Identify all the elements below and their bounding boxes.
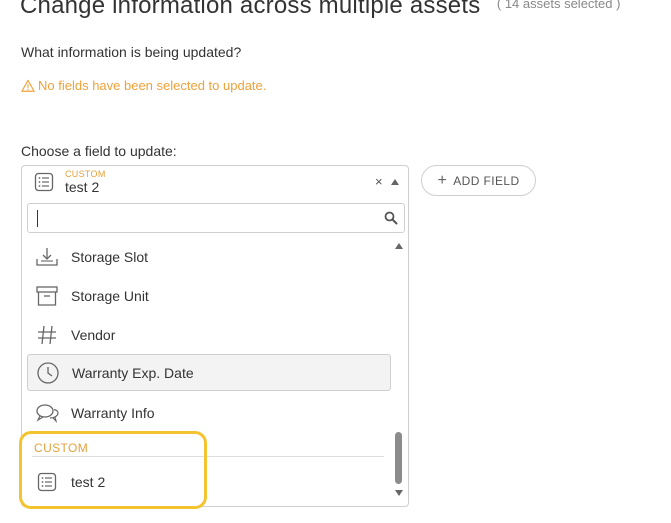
dropdown-search[interactable]: [27, 203, 405, 233]
scroll-down-arrow[interactable]: [395, 490, 403, 496]
list-icon: [37, 472, 57, 491]
group-divider: [32, 456, 384, 457]
field-dropdown: Storage Slot Storage Unit Vendor Warrant…: [21, 197, 409, 507]
option-test-2[interactable]: test 2: [27, 463, 391, 500]
warning-text: No fields have been selected to update.: [38, 78, 267, 93]
no-fields-warning: No fields have been selected to update.: [21, 78, 266, 93]
add-field-label: ADD FIELD: [453, 173, 520, 188]
plus-icon: +: [437, 171, 448, 189]
add-field-button[interactable]: + ADD FIELD: [421, 165, 536, 196]
option-label: Storage Slot: [71, 248, 149, 265]
hash-icon: [38, 325, 56, 344]
scrollbar-thumb[interactable]: [395, 432, 402, 484]
scroll-up-arrow[interactable]: [395, 243, 403, 249]
option-label: Warranty Info: [71, 404, 155, 421]
option-warranty-exp-date[interactable]: Warranty Exp. Date: [27, 354, 391, 391]
archive-box-icon: [36, 285, 58, 306]
search-input[interactable]: [34, 207, 378, 231]
option-label: Storage Unit: [71, 287, 149, 304]
question-text: What information is being updated?: [21, 44, 242, 60]
warning-icon: [21, 79, 35, 92]
selected-value: test 2: [65, 179, 100, 195]
option-vendor[interactable]: Vendor: [27, 316, 391, 353]
text-cursor: [37, 210, 38, 227]
field-select[interactable]: CUSTOM test 2 ×: [21, 165, 409, 198]
title-row: Change information across multiple asset…: [20, 0, 671, 20]
list-icon: [34, 172, 54, 192]
choose-field-label: Choose a field to update:: [21, 143, 177, 159]
assets-count: ( 14 assets selected ): [496, 0, 621, 11]
clear-selection-icon[interactable]: ×: [375, 174, 383, 189]
option-storage-unit[interactable]: Storage Unit: [27, 277, 391, 314]
option-storage-slot[interactable]: Storage Slot: [27, 238, 391, 275]
option-label: Warranty Exp. Date: [72, 364, 194, 381]
page-title: Change information across multiple asset…: [20, 0, 481, 19]
chat-bubbles-icon: [36, 403, 59, 423]
bulk-edit-page: Change information across multiple asset…: [0, 0, 671, 523]
option-label: Vendor: [71, 326, 116, 343]
option-warranty-info[interactable]: Warranty Info: [27, 394, 391, 431]
download-tray-icon: [36, 247, 58, 266]
search-icon: [384, 211, 398, 225]
option-label: test 2: [71, 473, 106, 490]
selected-group-label: CUSTOM: [65, 169, 106, 179]
chevron-up-icon[interactable]: [391, 179, 399, 185]
clock-icon: [37, 361, 59, 384]
custom-group-header: CUSTOM: [34, 441, 89, 455]
